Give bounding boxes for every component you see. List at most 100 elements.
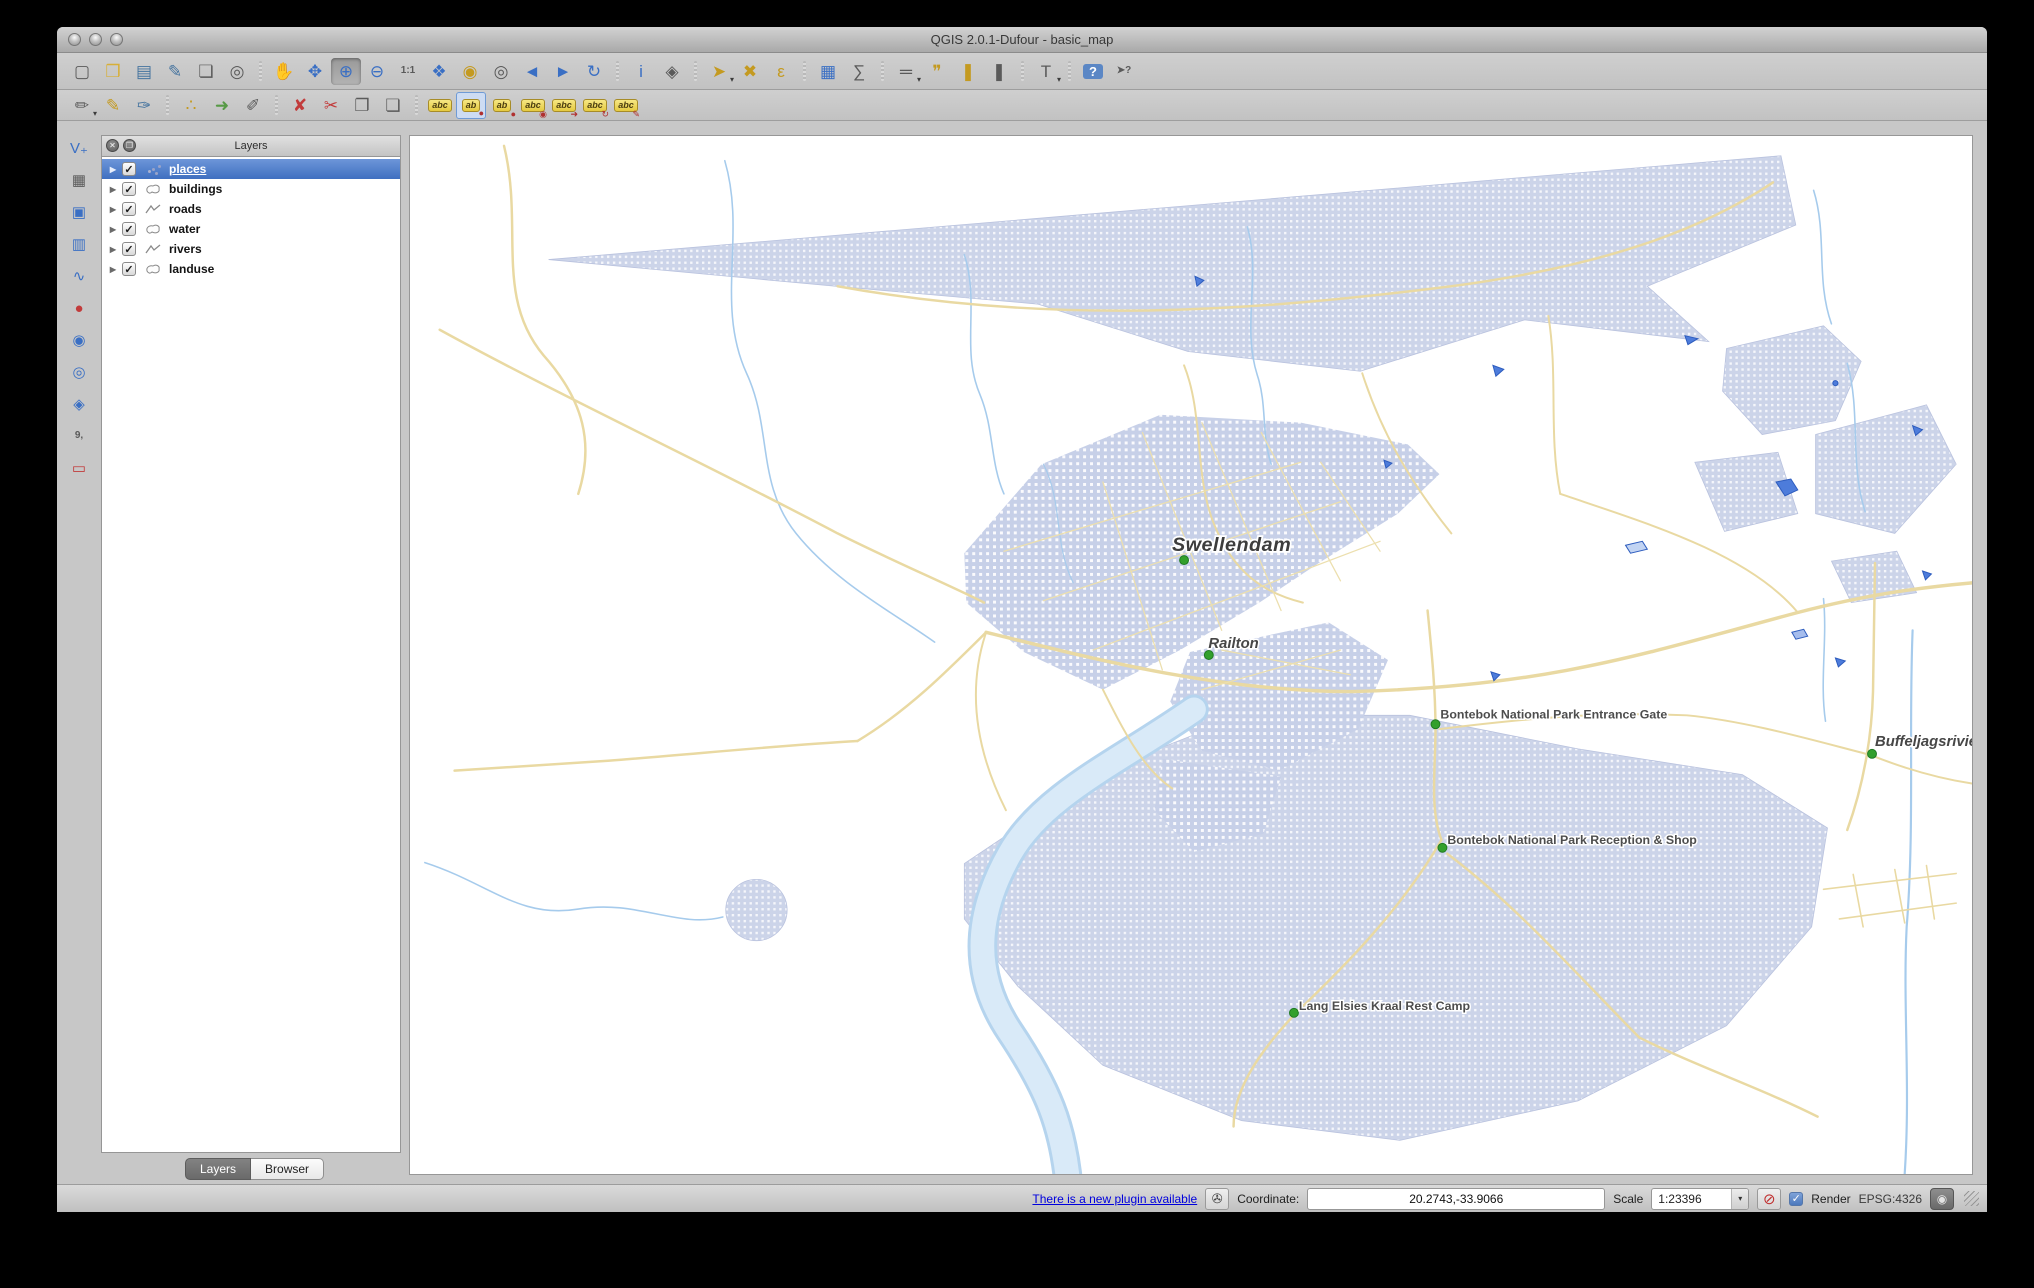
measure-line-button[interactable]: ═ ▾ xyxy=(891,58,921,85)
deselect-features-button[interactable]: ✖ xyxy=(735,58,765,85)
layer-checkbox[interactable]: ✓ xyxy=(122,262,136,276)
float-panel-button[interactable]: ❐ xyxy=(123,139,136,152)
zoom-last-button[interactable]: ◄ xyxy=(517,58,547,85)
layer-checkbox[interactable]: ✓ xyxy=(122,222,136,236)
plugin-available-link[interactable]: There is a new plugin available xyxy=(1032,1192,1197,1206)
coordinate-input[interactable] xyxy=(1307,1187,1606,1210)
layer-item-places[interactable]: ▶ ✓ places xyxy=(102,159,400,179)
zoom-to-layer-button[interactable]: ◎ xyxy=(486,58,516,85)
zoom-out-button[interactable]: ⊖ xyxy=(362,58,392,85)
remove-layer-button[interactable]: ▭ xyxy=(66,455,92,481)
plugin-icon[interactable]: ✇ xyxy=(1205,1187,1230,1210)
select-features-dropdown-icon[interactable]: ▾ xyxy=(730,75,734,84)
show-bookmarks-button[interactable]: ❚ xyxy=(984,58,1014,85)
panel-tab-browser[interactable]: Browser xyxy=(251,1158,325,1180)
add-vector-layer-button[interactable]: V₊ xyxy=(66,135,92,161)
crs-button[interactable]: ◉ xyxy=(1930,1187,1954,1210)
expander-icon[interactable]: ▶ xyxy=(107,245,119,254)
layer-checkbox[interactable]: ✓ xyxy=(122,242,136,256)
close-panel-button[interactable]: ✕ xyxy=(106,139,119,152)
new-project-button[interactable]: ▢ xyxy=(67,58,97,85)
layer-item-landuse[interactable]: ▶ ✓ landuse xyxy=(102,259,400,279)
open-project-button[interactable]: ❒ xyxy=(98,58,128,85)
copy-features-button[interactable]: ❐ xyxy=(347,92,377,119)
save-project-as-button[interactable]: ✎ xyxy=(160,58,190,85)
select-by-expression-button[interactable]: ε xyxy=(766,58,796,85)
label-show-hide-button[interactable]: abc ◉ xyxy=(518,92,548,119)
title-bar[interactable]: QGIS 2.0.1-Dufour - basic_map xyxy=(57,27,1987,53)
map-canvas[interactable]: Swellendam Railton Bontebok National Park … xyxy=(409,135,1973,1175)
label-properties-button[interactable]: abc ✎ xyxy=(611,92,641,119)
add-spatialite-layer-button[interactable]: ▣ xyxy=(66,199,92,225)
open-attribute-table-button[interactable]: ▦ xyxy=(813,58,843,85)
add-raster-layer-button[interactable]: ▦ xyxy=(66,167,92,193)
new-print-composer-button[interactable]: ❏ xyxy=(191,58,221,85)
layer-checkbox[interactable]: ✓ xyxy=(122,182,136,196)
add-oracle-layer-button[interactable]: ● xyxy=(66,295,92,321)
add-delimited-text-layer-button[interactable]: 9, xyxy=(66,423,92,449)
run-feature-action-button[interactable]: ◈ xyxy=(657,58,687,85)
zoom-full-button[interactable]: ❖ xyxy=(424,58,454,85)
expander-icon[interactable]: ▶ xyxy=(107,225,119,234)
layer-item-water[interactable]: ▶ ✓ water xyxy=(102,219,400,239)
layer-item-buildings[interactable]: ▶ ✓ buildings xyxy=(102,179,400,199)
new-bookmark-button[interactable]: ❚ xyxy=(953,58,983,85)
label-pin-unpin-button[interactable]: ab ● xyxy=(456,91,486,119)
layer-labeling-options-button[interactable]: abc xyxy=(425,92,455,119)
add-feature-button[interactable]: ∴ xyxy=(176,92,206,119)
move-feature-button[interactable]: ➜ xyxy=(207,92,237,119)
add-wcs-layer-button[interactable]: ◎ xyxy=(66,359,92,385)
cut-features-button[interactable]: ✂ xyxy=(316,92,346,119)
refresh-map-button[interactable]: ↻ xyxy=(579,58,609,85)
expander-icon[interactable]: ▶ xyxy=(107,165,119,174)
help-contents-button[interactable]: ? xyxy=(1078,58,1108,85)
measure-line-dropdown-icon[interactable]: ▾ xyxy=(917,75,921,84)
scale-dropdown-icon[interactable]: ▾ xyxy=(1731,1188,1749,1209)
save-layer-edits-button[interactable]: ✑ xyxy=(129,92,159,119)
identify-features-button[interactable]: i xyxy=(626,58,656,85)
label-move-button[interactable]: abc ➜ xyxy=(549,92,579,119)
node-tool-button[interactable]: ✐ xyxy=(238,92,268,119)
paste-features-button[interactable]: ❏ xyxy=(378,92,408,119)
add-mssql-layer-button[interactable]: ∿ xyxy=(66,263,92,289)
layer-item-rivers[interactable]: ▶ ✓ rivers xyxy=(102,239,400,259)
current-edits-button[interactable]: ✏ ▾ xyxy=(67,92,97,119)
layer-item-roads[interactable]: ▶ ✓ roads xyxy=(102,199,400,219)
minimize-button[interactable] xyxy=(89,33,102,46)
zoom-native-button[interactable]: 1:1 xyxy=(393,58,423,85)
add-postgis-layer-button[interactable]: ▥ xyxy=(66,231,92,257)
delete-selected-button[interactable]: ✘ xyxy=(285,92,315,119)
text-annotation-button[interactable]: T ▾ xyxy=(1031,58,1061,85)
zoom-button[interactable] xyxy=(110,33,123,46)
label-rotate-button[interactable]: abc ↻ xyxy=(580,92,610,119)
expander-icon[interactable]: ▶ xyxy=(107,265,119,274)
render-checkbox[interactable]: ✓ xyxy=(1789,1191,1804,1206)
expander-icon[interactable]: ▶ xyxy=(107,205,119,214)
whats-this-button[interactable]: ➤? xyxy=(1109,58,1139,85)
composer-manager-button[interactable]: ◎ xyxy=(222,58,252,85)
text-annotation-dropdown-icon[interactable]: ▾ xyxy=(1057,75,1061,84)
zoom-in-button[interactable]: ⊕ xyxy=(331,57,361,85)
field-calculator-button[interactable]: ∑ xyxy=(844,58,874,85)
label-highlight-pinned-button[interactable]: ab ● xyxy=(487,92,517,119)
pan-map-button[interactable]: ✋ xyxy=(269,58,299,85)
current-edits-dropdown-icon[interactable]: ▾ xyxy=(93,109,97,118)
layers-panel-header[interactable]: ✕ ❐ Layers xyxy=(101,135,401,157)
layer-checkbox[interactable]: ✓ xyxy=(122,202,136,216)
close-button[interactable] xyxy=(68,33,81,46)
expander-icon[interactable]: ▶ xyxy=(107,185,119,194)
toggle-editing-button[interactable]: ✎ xyxy=(98,92,128,119)
panel-tab-layers[interactable]: Layers xyxy=(185,1158,252,1180)
zoom-to-selection-button[interactable]: ◉ xyxy=(455,58,485,85)
zoom-next-button[interactable]: ► xyxy=(548,58,578,85)
select-features-button[interactable]: ➤ ▾ xyxy=(704,58,734,85)
pan-to-selection-button[interactable]: ✥ xyxy=(300,58,330,85)
stop-render-icon[interactable]: ⊘ xyxy=(1757,1187,1782,1210)
scale-combobox[interactable]: 1:23396 ▾ xyxy=(1651,1187,1750,1210)
add-wfs-layer-button[interactable]: ◈ xyxy=(66,391,92,417)
map-tips-button[interactable]: ❞ xyxy=(922,58,952,85)
save-project-button[interactable]: ▤ xyxy=(129,58,159,85)
resize-grip[interactable] xyxy=(1964,1191,1979,1206)
add-wms-layer-button[interactable]: ◉ xyxy=(66,327,92,353)
layer-checkbox[interactable]: ✓ xyxy=(122,162,136,176)
